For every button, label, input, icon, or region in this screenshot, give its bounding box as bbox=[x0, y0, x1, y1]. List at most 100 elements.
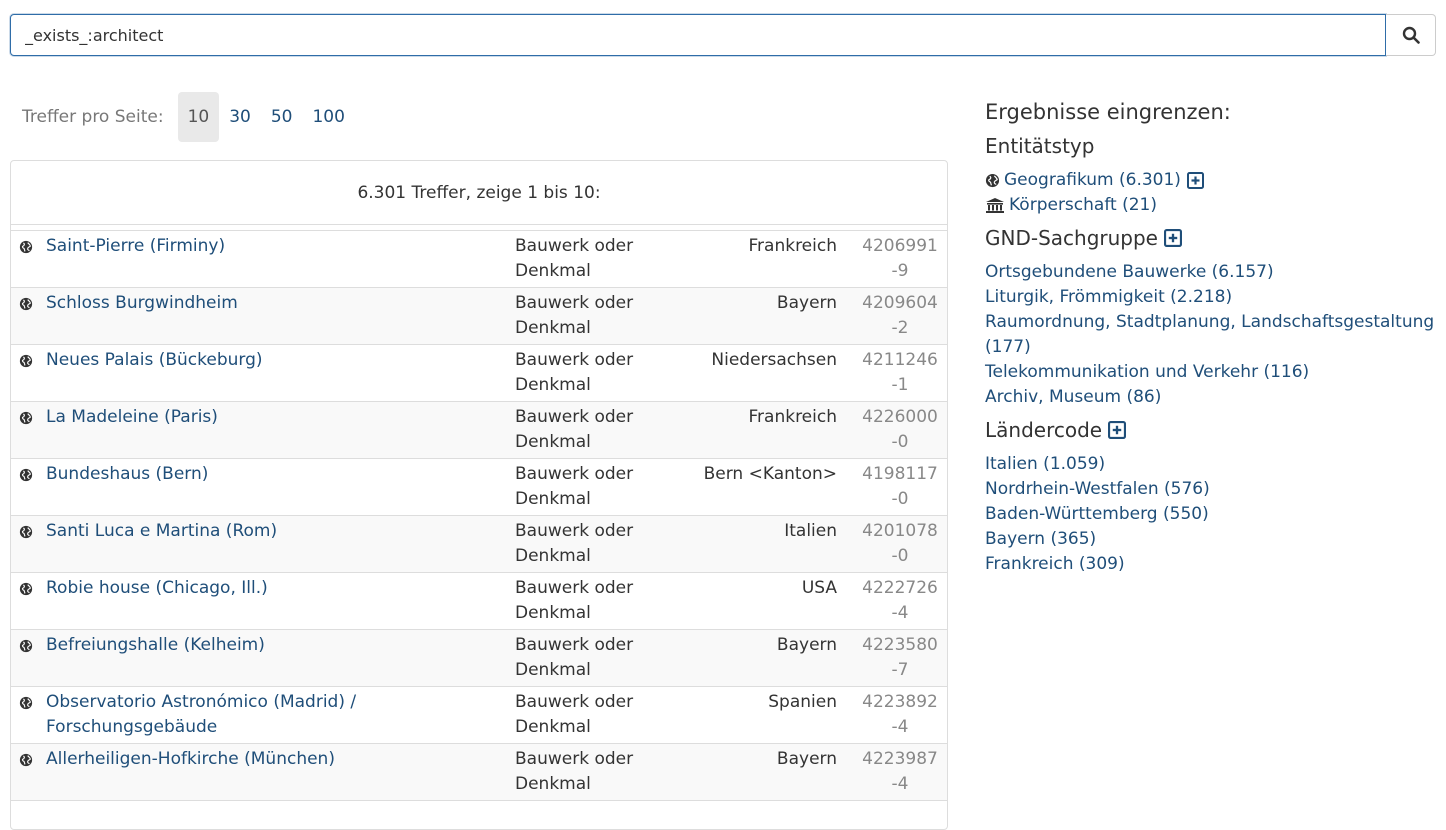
globe-icon bbox=[19, 696, 33, 710]
per-page-selector: Treffer pro Seite: 10 30 50 100 bbox=[22, 92, 355, 142]
facet-gnd-item[interactable]: Telekommunikation und Verkehr (116) bbox=[985, 362, 1309, 382]
facet-gnd-list: Ortsgebundene Bauwerke (6.157) Liturgik,… bbox=[985, 260, 1435, 410]
result-type: Bauwerk oder Denkmal bbox=[515, 578, 634, 623]
facet-gnd-item[interactable]: Liturgik, Frömmigkeit (2.218) bbox=[985, 287, 1232, 307]
globe-icon bbox=[19, 240, 33, 254]
globe-icon bbox=[985, 173, 1000, 187]
facet-entity-list: Geografikum (6.301) Körperschaft (21) bbox=[985, 168, 1435, 218]
table-row: Robie house (Chicago, Ill.) Bauwerk oder … bbox=[11, 573, 947, 630]
search-button[interactable] bbox=[1386, 14, 1436, 56]
globe-icon bbox=[19, 297, 33, 311]
result-title-link[interactable]: Schloss Burgwindheim bbox=[46, 291, 376, 316]
facet-country-label: Ländercode bbox=[985, 418, 1103, 442]
globe-icon bbox=[19, 411, 33, 425]
globe-icon bbox=[19, 582, 33, 596]
facet-country-item[interactable]: Baden-Württemberg (550) bbox=[985, 504, 1209, 524]
table-row: Santi Luca e Martina (Rom) Bauwerk oder D… bbox=[11, 516, 947, 573]
result-type: Bauwerk oder Denkmal bbox=[515, 407, 634, 452]
facet-gnd-title: GND-Sachgruppe bbox=[985, 226, 1435, 250]
result-gnd-id: 4223892-4 bbox=[862, 692, 938, 737]
facet-country-list: Italien (1.059) Nordrhein-Westfalen (576… bbox=[985, 452, 1435, 577]
per-page-option-100[interactable]: 100 bbox=[302, 92, 354, 142]
facet-gnd-item[interactable]: Archiv, Museum (86) bbox=[985, 387, 1161, 407]
facet-entity-link-geografikum[interactable]: Geografikum (6.301) bbox=[1004, 170, 1181, 190]
result-place: Frankreich bbox=[748, 236, 838, 256]
result-place: Bayern bbox=[776, 293, 837, 313]
result-type: Bauwerk oder Denkmal bbox=[515, 236, 634, 281]
result-title-link[interactable]: Neues Palais (Bückeburg) bbox=[46, 348, 376, 373]
results-panel: 6.301 Treffer, zeige 1 bis 10: Saint-Pie… bbox=[10, 160, 948, 830]
result-title-link[interactable]: La Madeleine (Paris) bbox=[46, 405, 376, 430]
search-input[interactable] bbox=[10, 14, 1386, 56]
table-row: Bundeshaus (Bern) Bauwerk oder Denkmal Ber… bbox=[11, 459, 947, 516]
result-place: Niedersachsen bbox=[711, 350, 837, 370]
result-place: Italien bbox=[784, 521, 837, 541]
results-summary: 6.301 Treffer, zeige 1 bis 10: bbox=[11, 161, 947, 225]
result-place: Frankreich bbox=[748, 407, 838, 427]
result-gnd-id: 4226000-0 bbox=[862, 407, 938, 452]
result-place: Spanien bbox=[768, 692, 837, 712]
facet-gnd-label: GND-Sachgruppe bbox=[985, 226, 1158, 250]
result-gnd-id: 4211246-1 bbox=[862, 350, 938, 395]
institution-icon bbox=[986, 197, 1004, 213]
result-type: Bauwerk oder Denkmal bbox=[515, 635, 634, 680]
globe-icon bbox=[19, 525, 33, 539]
plus-square-icon[interactable] bbox=[1164, 229, 1182, 247]
table-row: Observatorio Astronómico (Madrid) / Fors… bbox=[11, 687, 947, 744]
facet-entity-title: Entitätstyp bbox=[985, 134, 1435, 158]
result-place: USA bbox=[801, 578, 837, 598]
result-type: Bauwerk oder Denkmal bbox=[515, 692, 634, 737]
facet-sidebar: Ergebnisse eingrenzen: Entitätstyp Geogr… bbox=[985, 98, 1435, 585]
facet-entity-label: Entitätstyp bbox=[985, 134, 1095, 158]
plus-square-icon[interactable] bbox=[1108, 421, 1127, 439]
globe-icon bbox=[19, 468, 33, 482]
table-row: Befreiungshalle (Kelheim) Bauwerk oder De… bbox=[11, 630, 947, 687]
plus-square-icon[interactable] bbox=[1186, 171, 1204, 189]
globe-icon bbox=[19, 354, 33, 368]
result-title-link[interactable]: Saint-Pierre (Firminy) bbox=[46, 234, 376, 259]
result-place: Bern <Kanton> bbox=[703, 464, 837, 484]
results-table: Saint-Pierre (Firminy) Bauwerk oder Denkm… bbox=[11, 231, 947, 801]
result-gnd-id: 4223580-7 bbox=[862, 635, 938, 680]
result-title-link[interactable]: Bundeshaus (Bern) bbox=[46, 462, 376, 487]
per-page-label: Treffer pro Seite: bbox=[22, 107, 164, 127]
search-bar bbox=[10, 14, 1436, 56]
per-page-option-50[interactable]: 50 bbox=[261, 92, 303, 142]
result-title-link[interactable]: Santi Luca e Martina (Rom) bbox=[46, 519, 376, 544]
result-gnd-id: 4201078-0 bbox=[862, 521, 938, 566]
table-row: La Madeleine (Paris) Bauwerk oder Denkmal… bbox=[11, 402, 947, 459]
facet-entity-link-koerperschaft[interactable]: Körperschaft (21) bbox=[1009, 195, 1157, 215]
facet-heading: Ergebnisse eingrenzen: bbox=[985, 100, 1231, 124]
facet-country-item[interactable]: Italien (1.059) bbox=[985, 454, 1105, 474]
result-type: Bauwerk oder Denkmal bbox=[515, 464, 634, 509]
table-row: Allerheiligen-Hofkirche (München) Bauwerk… bbox=[11, 744, 947, 801]
globe-icon bbox=[19, 753, 33, 767]
result-gnd-id: 4223987-4 bbox=[862, 749, 938, 794]
result-title-link[interactable]: Observatorio Astronómico (Madrid) / Fors… bbox=[46, 690, 376, 740]
facet-entity-item-geografikum: Geografikum (6.301) bbox=[985, 168, 1435, 193]
result-gnd-id: 4198117-0 bbox=[862, 464, 938, 509]
facet-gnd-item[interactable]: Raumordnung, Stadtplanung, Landschaftsge… bbox=[985, 312, 1434, 357]
result-gnd-id: 4222726-4 bbox=[862, 578, 938, 623]
result-type: Bauwerk oder Denkmal bbox=[515, 749, 634, 794]
table-row: Saint-Pierre (Firminy) Bauwerk oder Denkm… bbox=[11, 231, 947, 288]
result-title-link[interactable]: Robie house (Chicago, Ill.) bbox=[46, 576, 376, 601]
facet-entity-item-koerperschaft: Körperschaft (21) bbox=[985, 193, 1435, 218]
table-row: Schloss Burgwindheim Bauwerk oder Denkmal… bbox=[11, 288, 947, 345]
facet-gnd-item[interactable]: Ortsgebundene Bauwerke (6.157) bbox=[985, 262, 1274, 282]
result-title-link[interactable]: Allerheiligen-Hofkirche (München) bbox=[46, 747, 376, 772]
result-gnd-id: 4206991-9 bbox=[862, 236, 938, 281]
result-title-link[interactable]: Befreiungshalle (Kelheim) bbox=[46, 633, 376, 658]
search-icon bbox=[1402, 26, 1420, 44]
per-page-option-10[interactable]: 10 bbox=[177, 92, 220, 142]
result-type: Bauwerk oder Denkmal bbox=[515, 521, 634, 566]
facet-country-item[interactable]: Nordrhein-Westfalen (576) bbox=[985, 479, 1210, 499]
facet-country-item[interactable]: Frankreich (309) bbox=[985, 554, 1125, 574]
facet-country-item[interactable]: Bayern (365) bbox=[985, 529, 1096, 549]
result-type: Bauwerk oder Denkmal bbox=[515, 293, 634, 338]
result-gnd-id: 4209604-2 bbox=[862, 293, 938, 338]
per-page-option-30[interactable]: 30 bbox=[219, 92, 261, 142]
result-place: Bayern bbox=[776, 749, 837, 769]
table-row: Neues Palais (Bückeburg) Bauwerk oder Den… bbox=[11, 345, 947, 402]
result-type: Bauwerk oder Denkmal bbox=[515, 350, 634, 395]
